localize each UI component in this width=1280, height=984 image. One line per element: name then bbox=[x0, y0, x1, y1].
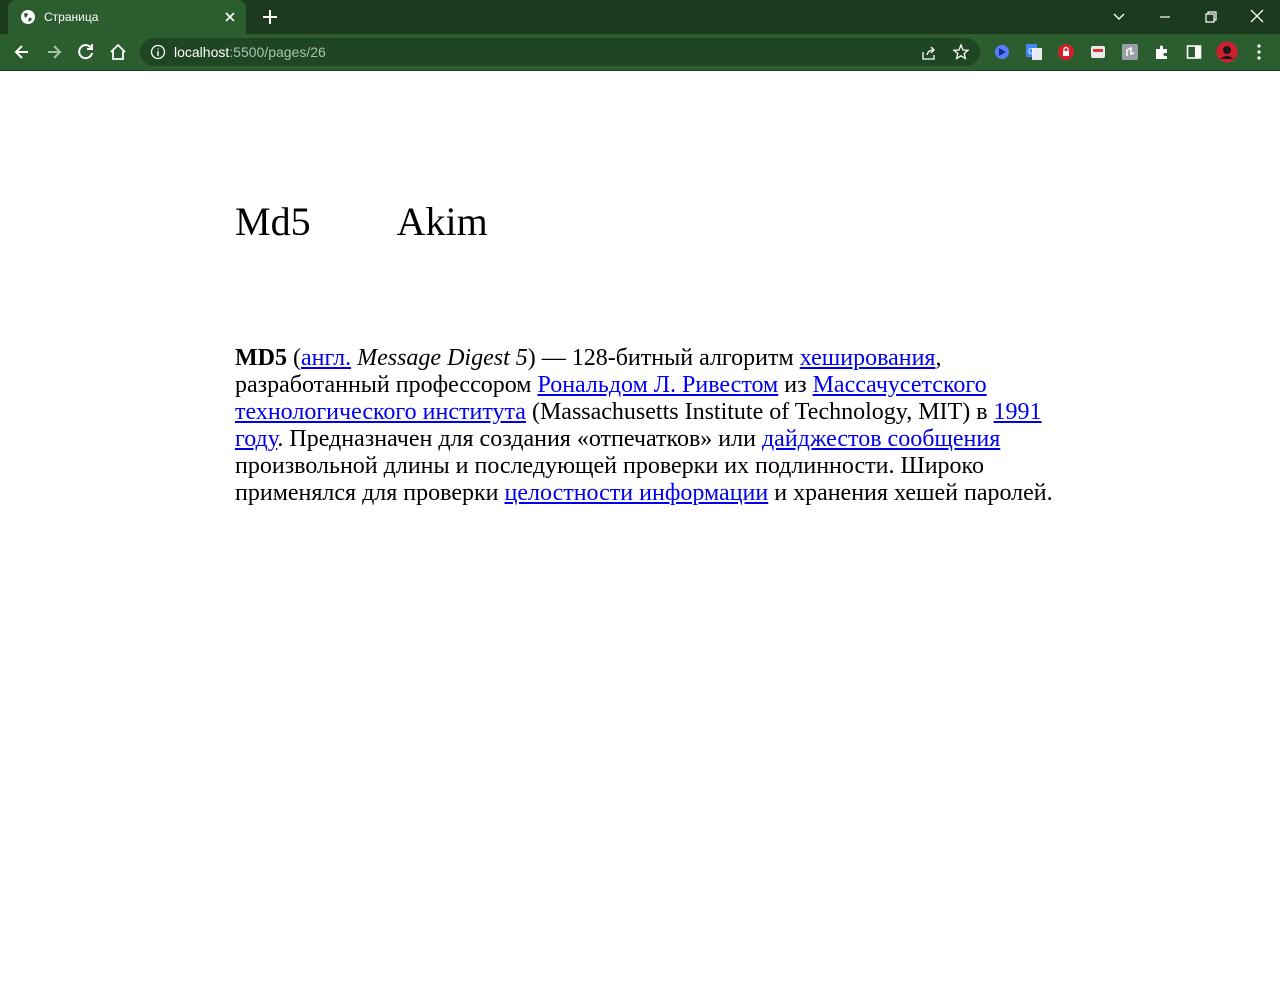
link-data-integrity[interactable]: целостности информации bbox=[505, 480, 769, 506]
link-rivest[interactable]: Рональдом Л. Ривестом bbox=[537, 372, 778, 398]
article-paragraph: MD5 (англ. Message Digest 5) — 128-битны… bbox=[235, 345, 1053, 506]
lock-extension-icon[interactable] bbox=[1057, 43, 1075, 61]
active-tab[interactable]: Страница bbox=[8, 0, 246, 34]
side-panel-icon[interactable] bbox=[1185, 43, 1203, 61]
link-lang-english[interactable]: англ. bbox=[301, 345, 351, 371]
page-content: Md5 Akim MD5 (англ. Message Digest 5) — 1… bbox=[0, 71, 1280, 984]
heading-left: Md5 bbox=[235, 199, 311, 244]
browser-toolbar: localhost:5500/pages/26 G bbox=[0, 34, 1280, 70]
term-expansion: Message Digest 5 bbox=[357, 345, 528, 371]
tab-search-chevron-icon[interactable] bbox=[1110, 7, 1128, 25]
minimize-icon[interactable] bbox=[1155, 7, 1175, 27]
site-info-icon[interactable] bbox=[150, 44, 166, 60]
share-icon[interactable] bbox=[920, 44, 938, 62]
bookmark-star-icon[interactable] bbox=[952, 43, 970, 61]
tab-strip: Страница bbox=[0, 0, 1280, 34]
home-icon[interactable] bbox=[108, 42, 128, 62]
url-text[interactable]: localhost:5500/pages/26 bbox=[174, 44, 326, 60]
window-close-icon[interactable] bbox=[1247, 6, 1267, 26]
link-message-digests[interactable]: дайджестов сообщения bbox=[762, 426, 1000, 452]
new-tab-plus-icon[interactable] bbox=[258, 7, 282, 27]
browser-menu-kebab-icon[interactable] bbox=[1249, 42, 1269, 62]
gray-extension-icon[interactable] bbox=[1121, 43, 1139, 61]
back-arrow-icon[interactable] bbox=[12, 42, 32, 62]
extensions-puzzle-icon[interactable] bbox=[1153, 43, 1171, 61]
globe-icon bbox=[21, 10, 35, 24]
tab-title: Страница bbox=[44, 10, 99, 24]
heading-right: Akim bbox=[396, 199, 488, 244]
restore-icon[interactable] bbox=[1201, 7, 1221, 27]
profile-avatar-icon[interactable] bbox=[1216, 41, 1238, 63]
close-tab-icon[interactable] bbox=[222, 9, 238, 25]
google-translate-icon[interactable]: G bbox=[1025, 43, 1043, 61]
svg-text:G: G bbox=[1028, 47, 1034, 56]
page-heading: Md5 Akim bbox=[235, 199, 488, 245]
term-md5: MD5 bbox=[235, 345, 287, 371]
link-hashing[interactable]: хеширования bbox=[800, 345, 936, 371]
reload-icon[interactable] bbox=[76, 42, 96, 62]
address-bar[interactable]: localhost:5500/pages/26 bbox=[140, 38, 980, 66]
forward-arrow-icon[interactable] bbox=[44, 42, 64, 62]
extension-blue-triangle-icon[interactable] bbox=[993, 43, 1011, 61]
screen-extension-icon[interactable] bbox=[1089, 43, 1107, 61]
